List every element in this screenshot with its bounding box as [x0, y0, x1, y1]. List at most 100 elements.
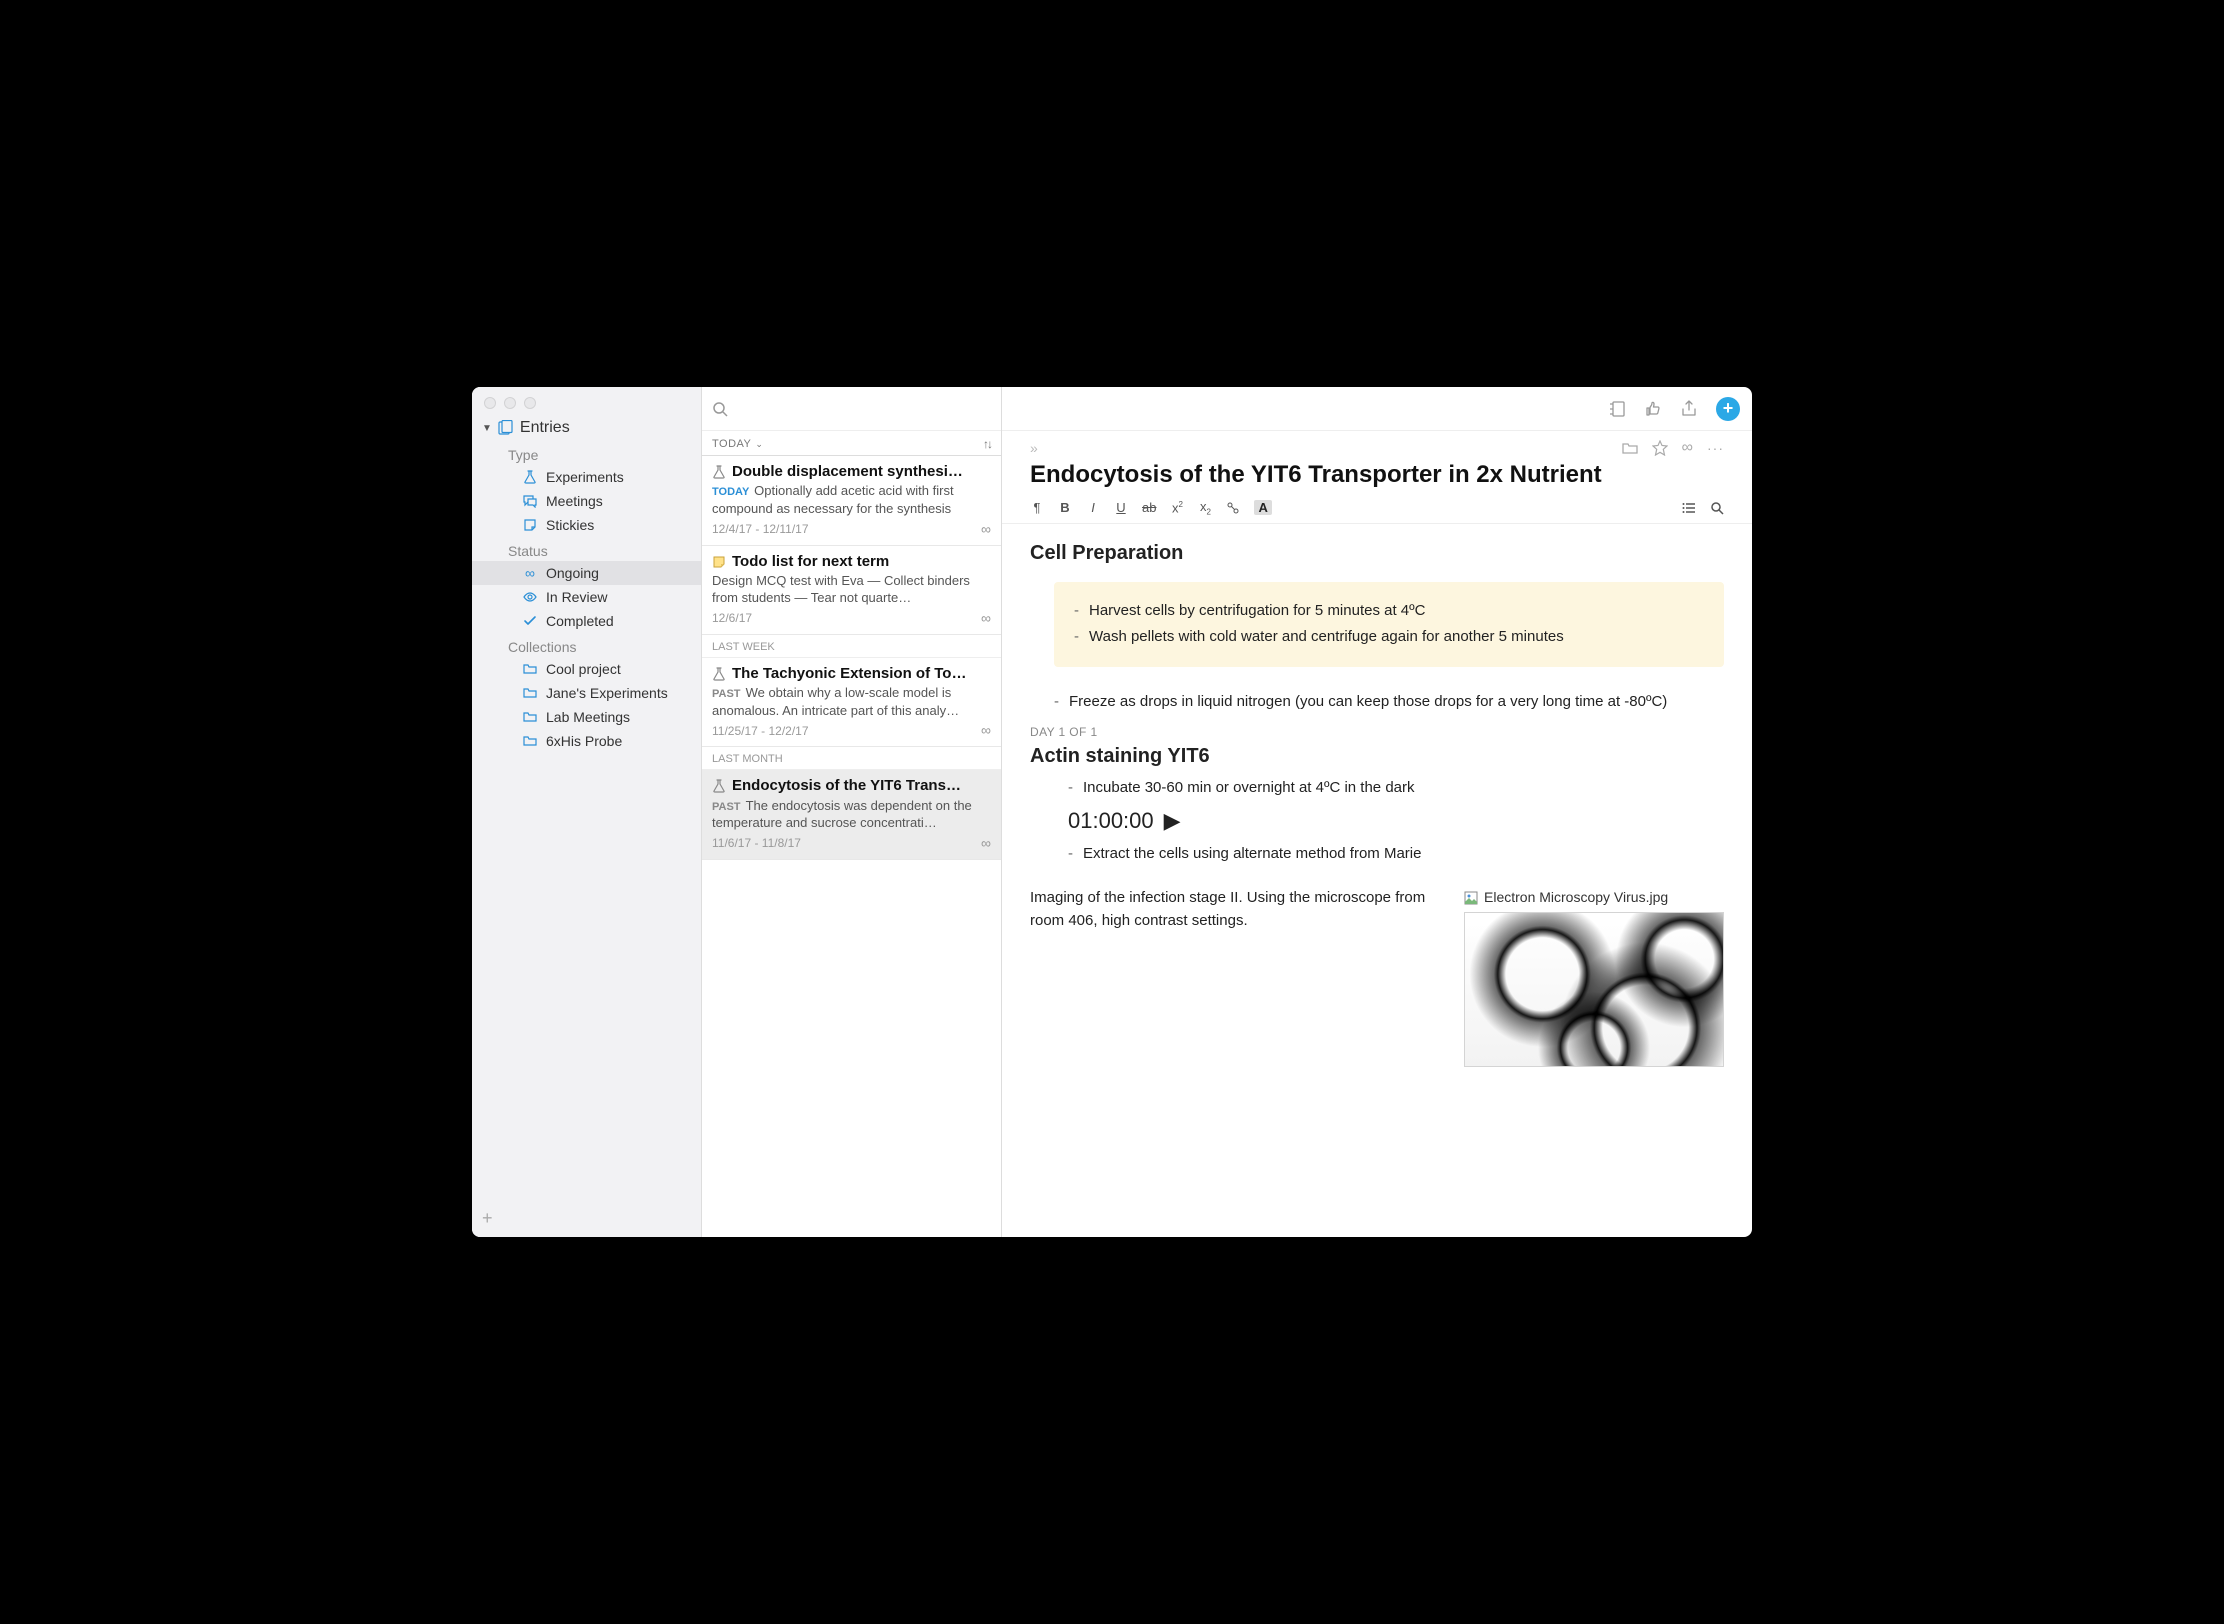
close-dot[interactable] [484, 397, 496, 409]
entry-list-item[interactable]: The Tachyonic Extension of To…PAST We ob… [702, 658, 1001, 748]
bullet-item: Freeze as drops in liquid nitrogen (you … [1069, 691, 1667, 714]
flask-icon [712, 465, 726, 479]
entry-title: Todo list for next term [732, 552, 889, 572]
share-icon[interactable] [1680, 400, 1698, 418]
sidebar-item[interactable]: In Review [472, 585, 701, 609]
entry-badge: PAST [712, 801, 744, 813]
list-group-label: LAST WEEK [702, 635, 1001, 658]
section-heading: Actin staining YIT6 [1030, 741, 1724, 771]
entry-badge: TODAY [712, 486, 752, 498]
folder-icon[interactable] [1622, 440, 1638, 456]
folder-icon [522, 661, 538, 677]
entry-date: 12/4/17 - 12/11/17 [712, 521, 809, 537]
list-sort-header[interactable]: TODAY ⌄ ↑↓ [702, 431, 1001, 456]
sidebar-item[interactable]: Cool project [472, 657, 701, 681]
paragraph-icon[interactable]: ¶ [1030, 500, 1044, 515]
sidebar-item[interactable]: 6xHis Probe [472, 729, 701, 753]
disclosure-triangle-icon: ▼ [482, 423, 492, 434]
folder-icon [522, 733, 538, 749]
more-icon[interactable]: ··· [1707, 440, 1724, 456]
minimize-dot[interactable] [504, 397, 516, 409]
entry-title: Endocytosis of the YIT6 Trans… [732, 776, 961, 796]
list-group-label: LAST MONTH [702, 747, 1001, 770]
sidebar-item-label: Jane's Experiments [546, 685, 668, 701]
sidebar-item-label: Lab Meetings [546, 709, 630, 725]
find-button[interactable] [1710, 501, 1724, 515]
sidebar-root[interactable]: ▼ Entries [472, 415, 701, 441]
entries-icon [498, 420, 514, 436]
highlight-button[interactable]: A [1254, 500, 1271, 515]
outline-button[interactable] [1682, 501, 1696, 515]
entry-list-body[interactable]: Double displacement synthesi…TODAY Optio… [702, 456, 1001, 1237]
entry-list-item[interactable]: Todo list for next termDesign MCQ test w… [702, 546, 1001, 635]
entry-list-panel: TODAY ⌄ ↑↓ Double displacement synthesi…… [702, 387, 1002, 1237]
italic-button[interactable]: I [1086, 500, 1100, 515]
star-icon[interactable] [1652, 440, 1668, 456]
subscript-button[interactable]: x2 [1198, 499, 1212, 517]
sidebar-item[interactable]: Experiments [472, 465, 701, 489]
entry-excerpt: TODAY Optionally add acetic acid with fi… [712, 482, 991, 517]
entry-list-item[interactable]: Double displacement synthesi…TODAY Optio… [702, 456, 1001, 546]
sidebar-group-label: Collections [472, 633, 701, 657]
sidebar-item-label: Stickies [546, 517, 594, 533]
bullet-item: Extract the cells using alternate method… [1083, 843, 1421, 866]
entry-content[interactable]: Cell Preparation -Harvest cells by centr… [1002, 524, 1752, 1237]
play-icon[interactable]: ▶ [1164, 804, 1181, 837]
sidebar-add-button[interactable]: + [472, 1200, 701, 1237]
flask-icon [712, 667, 726, 681]
image-file-icon [1464, 891, 1478, 905]
collapse-icon[interactable]: » [1030, 440, 1038, 456]
sidebar-item-label: Completed [546, 613, 614, 629]
new-entry-button[interactable]: + [1716, 397, 1740, 421]
library-icon[interactable] [1608, 400, 1626, 418]
infinity-icon: ∞ [981, 721, 991, 740]
sidebar-item[interactable]: Meetings [472, 489, 701, 513]
timer[interactable]: 01:00:00 ▶ [1030, 804, 1724, 837]
folder-icon [522, 685, 538, 701]
sidebar-item[interactable]: Jane's Experiments [472, 681, 701, 705]
zoom-dot[interactable] [524, 397, 536, 409]
strike-button[interactable]: ab [1142, 500, 1156, 515]
superscript-button[interactable]: x2 [1170, 500, 1184, 515]
imaging-note: Imaging of the infection stage II. Using… [1030, 887, 1440, 1067]
search-icon [712, 401, 728, 417]
bold-button[interactable]: B [1058, 500, 1072, 515]
callout-item: Harvest cells by centrifugation for 5 mi… [1089, 600, 1425, 623]
sidebar-item-label: Ongoing [546, 565, 599, 581]
sidebar-group-label: Type [472, 441, 701, 465]
callout-block: -Harvest cells by centrifugation for 5 m… [1054, 582, 1724, 667]
sidebar-item-label: 6xHis Probe [546, 733, 622, 749]
infinity-icon: ∞ [981, 834, 991, 853]
flask-icon [712, 779, 726, 793]
infinity-icon: ∞ [522, 565, 538, 581]
attachment-preview [1464, 912, 1724, 1067]
eye-icon [522, 589, 538, 605]
chat-icon [522, 493, 538, 509]
entry-title: The Tachyonic Extension of To… [732, 664, 966, 684]
entry-excerpt: PAST We obtain why a low-scale model is … [712, 684, 991, 719]
infinity-icon[interactable]: ∞ [1682, 439, 1693, 457]
chevron-down-icon: ⌄ [755, 439, 763, 450]
thumbs-up-icon[interactable] [1644, 400, 1662, 418]
underline-button[interactable]: U [1114, 500, 1128, 515]
attachment-block[interactable]: Electron Microscopy Virus.jpg [1464, 887, 1724, 1067]
sidebar-item[interactable]: ∞ Ongoing [472, 561, 701, 585]
detail-panel: + » ∞ ··· Endocytosis of the YIT6 Transp… [1002, 387, 1752, 1237]
sidebar: ▼ Entries TypeExperimentsMeetings Stickie… [472, 387, 702, 1237]
entry-list-item[interactable]: Endocytosis of the YIT6 Trans…PAST The e… [702, 770, 1001, 860]
main-toolbar: + [1002, 387, 1752, 431]
sticky-icon [522, 517, 538, 533]
entry-title[interactable]: Endocytosis of the YIT6 Transporter in 2… [1002, 461, 1752, 495]
sidebar-item[interactable]: Stickies [472, 513, 701, 537]
link-button[interactable] [1226, 501, 1240, 515]
sort-direction-icon[interactable]: ↑↓ [983, 437, 991, 451]
infinity-icon: ∞ [981, 609, 991, 628]
timer-value: 01:00:00 [1068, 804, 1154, 837]
sidebar-group-label: Status [472, 537, 701, 561]
sidebar-item[interactable]: Lab Meetings [472, 705, 701, 729]
sidebar-item-label: Cool project [546, 661, 621, 677]
entry-date: 12/6/17 [712, 610, 752, 626]
sidebar-item[interactable]: Completed [472, 609, 701, 633]
search-bar[interactable] [702, 387, 1001, 431]
sidebar-item-label: In Review [546, 589, 607, 605]
